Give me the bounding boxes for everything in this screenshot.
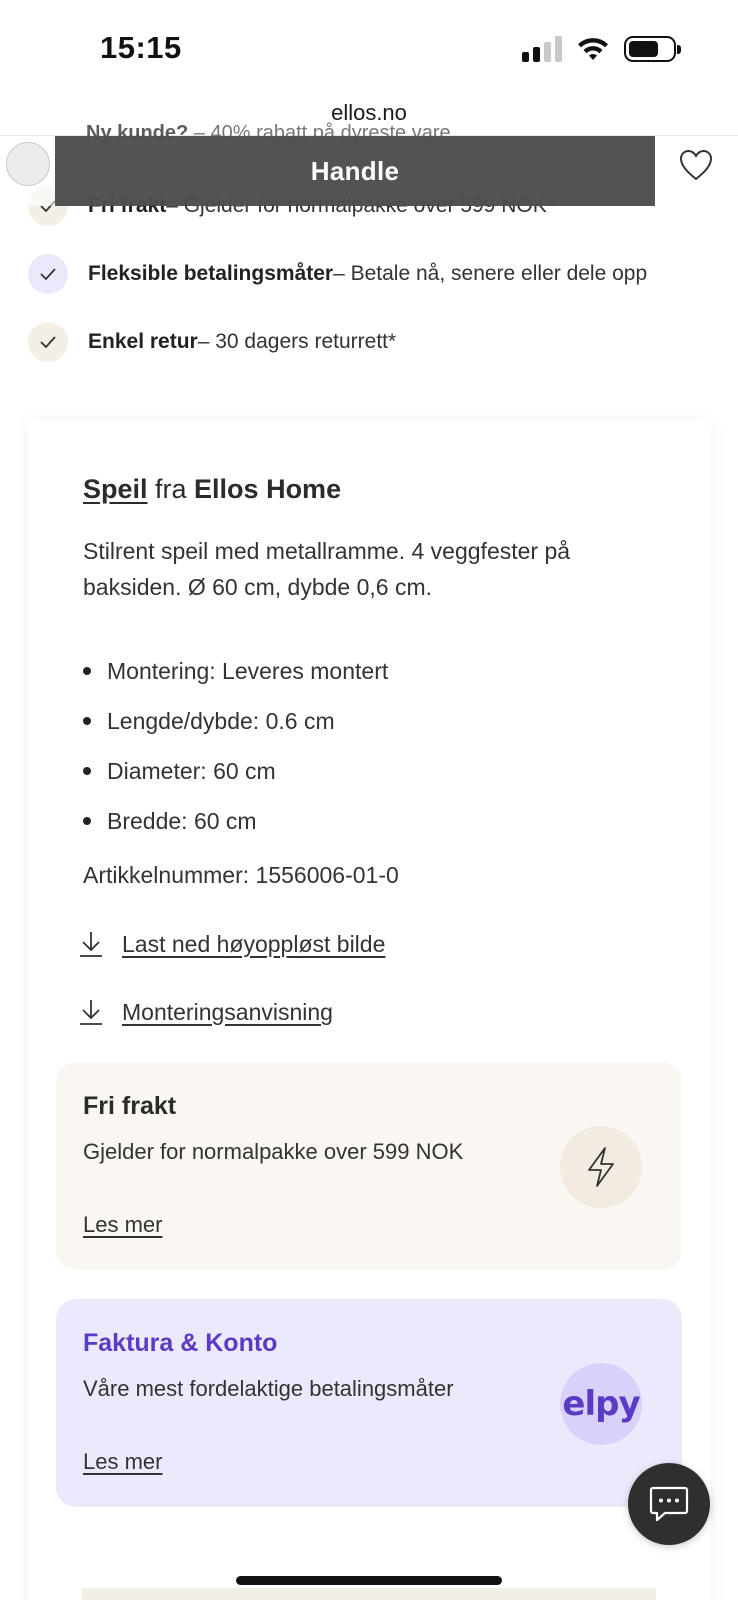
status-icons — [522, 36, 681, 62]
product-title: Speil fra Ellos Home — [83, 474, 341, 505]
check-icon — [28, 322, 68, 362]
usp-text: – 30 dagers returrett* — [197, 330, 397, 353]
product-description: Stilrent speil med metallramme. 4 veggfe… — [83, 538, 571, 600]
product-brand[interactable]: Ellos Home — [194, 474, 341, 504]
chat-icon — [649, 1486, 689, 1522]
spec-item: Bredde: 60 cm — [83, 796, 388, 846]
box-text: Gjelder for normalpakke over 599 NOK — [83, 1139, 464, 1164]
elpy-logo-text: elpy — [562, 1384, 640, 1424]
download-icon — [80, 1000, 102, 1025]
invoice-account-box: Faktura & Konto Våre mest fordelaktige b… — [56, 1299, 682, 1507]
spec-item: Diameter: 60 cm — [83, 746, 388, 796]
battery-icon — [624, 36, 681, 62]
download-image-label: Last ned høyoppløst bilde — [122, 930, 386, 957]
usp-text: – Betale nå, senere eller dele opp — [333, 262, 648, 285]
usp-row-return: Enkel retur – 30 dagers returrett* — [28, 322, 396, 362]
chat-button[interactable] — [628, 1463, 710, 1545]
check-icon — [28, 254, 68, 294]
heart-icon[interactable] — [678, 148, 714, 182]
article-number: Artikkelnummer: 1556006-01-0 — [83, 862, 399, 888]
status-time: 15:15 — [100, 30, 182, 65]
spec-item: Montering: Leveres montert — [83, 646, 388, 696]
assembly-instructions-link[interactable]: Monteringsanvisning — [78, 998, 333, 1026]
elpy-logo: elpy — [560, 1363, 642, 1445]
product-type-link[interactable]: Speil — [83, 474, 148, 504]
cellular-signal-icon — [522, 36, 562, 62]
status-bar: 15:15 — [0, 0, 738, 96]
spec-list: Montering: Leveres montert Lengde/dybde:… — [83, 646, 388, 846]
download-image-link[interactable]: Last ned høyoppløst bilde — [78, 930, 385, 958]
product-from: fra — [147, 474, 195, 504]
usp-bold: Fleksible betalingsmåter — [88, 262, 334, 285]
read-more-link[interactable]: Les mer — [83, 1212, 162, 1238]
free-shipping-box: Fri frakt Gjelder for normalpakke over 5… — [56, 1062, 682, 1270]
usp-bold: Enkel retur — [88, 330, 198, 353]
lightning-icon — [560, 1126, 642, 1208]
wifi-icon — [578, 38, 608, 60]
box-title: Faktura & Konto — [83, 1329, 278, 1357]
color-swatch[interactable] — [6, 142, 50, 186]
usp-row-payment: Fleksible betalingsmåter – Betale nå, se… — [28, 254, 647, 294]
read-more-link[interactable]: Les mer — [83, 1449, 162, 1475]
box-title: Fri frakt — [83, 1092, 177, 1120]
next-section-peek — [82, 1588, 656, 1600]
download-icon — [80, 932, 102, 957]
buy-button[interactable]: Handle — [55, 136, 655, 206]
assembly-instructions-label: Monteringsanvisning — [122, 998, 333, 1025]
spec-item: Lengde/dybde: 0.6 cm — [83, 696, 388, 746]
box-text: Våre mest fordelaktige betalingsmåter — [83, 1376, 454, 1401]
home-indicator — [236, 1576, 502, 1585]
